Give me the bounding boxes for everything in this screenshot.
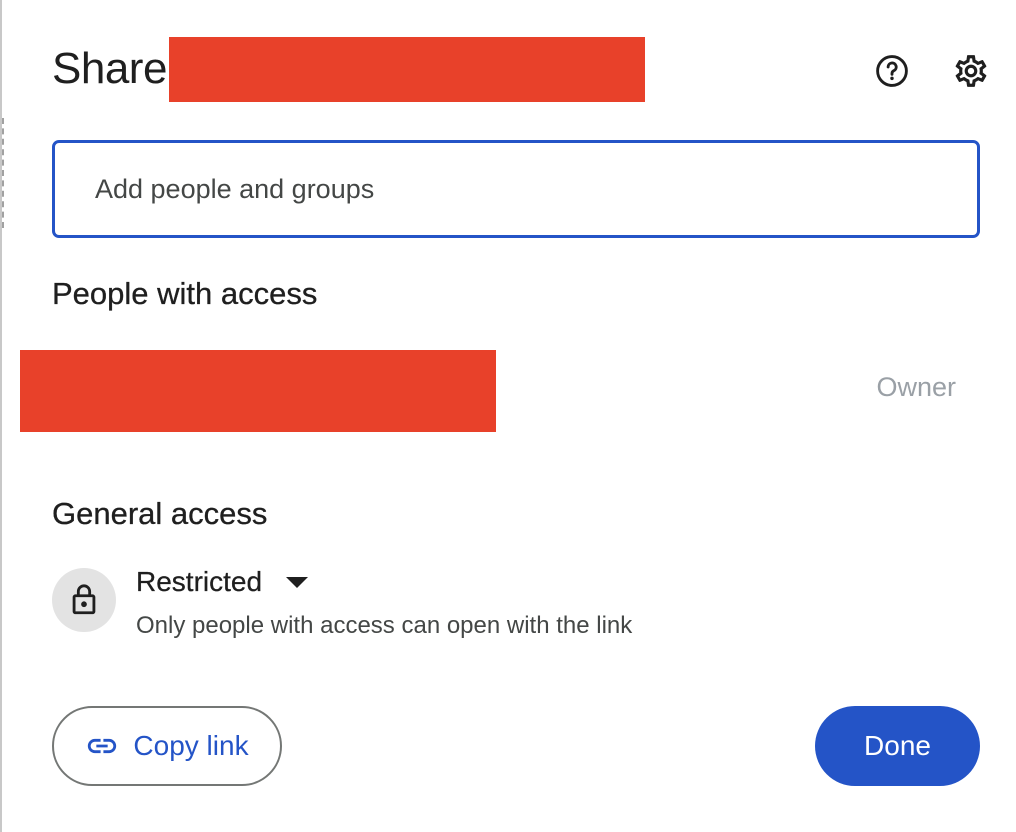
- link-icon: [88, 738, 117, 754]
- add-people-input[interactable]: [95, 143, 955, 235]
- general-access-row: Restricted Only people with access can o…: [52, 562, 952, 642]
- person-role-label: Owner: [876, 372, 956, 402]
- lock-icon: [72, 584, 96, 615]
- people-with-access-heading: People with access: [52, 276, 318, 311]
- help-circle-icon: [876, 55, 908, 87]
- caret-down-icon: [286, 576, 309, 588]
- copy-link-button[interactable]: Copy link: [52, 706, 282, 786]
- dialog-title: Share: [52, 44, 167, 93]
- settings-button[interactable]: [949, 49, 993, 93]
- access-level-label: Restricted: [136, 566, 263, 597]
- share-dialog: Share People with access Owner General a…: [0, 0, 1016, 832]
- general-access-heading: General access: [52, 496, 268, 531]
- done-label: Done: [864, 730, 931, 761]
- add-people-field[interactable]: [52, 140, 980, 238]
- help-button[interactable]: [870, 49, 914, 93]
- gear-icon: [955, 55, 987, 87]
- background-edge-decoration: [2, 118, 7, 228]
- access-level-dropdown[interactable]: Restricted: [136, 562, 309, 602]
- redacted-file-name: [168, 36, 645, 102]
- access-description: Only people with access can open with th…: [136, 612, 633, 639]
- lock-icon-container: [52, 568, 116, 632]
- dialog-header: Share: [52, 36, 645, 102]
- done-button[interactable]: Done: [815, 706, 980, 786]
- redacted-person-info: [20, 350, 496, 432]
- person-row: Owner: [20, 350, 1000, 432]
- copy-link-label: Copy link: [133, 730, 249, 761]
